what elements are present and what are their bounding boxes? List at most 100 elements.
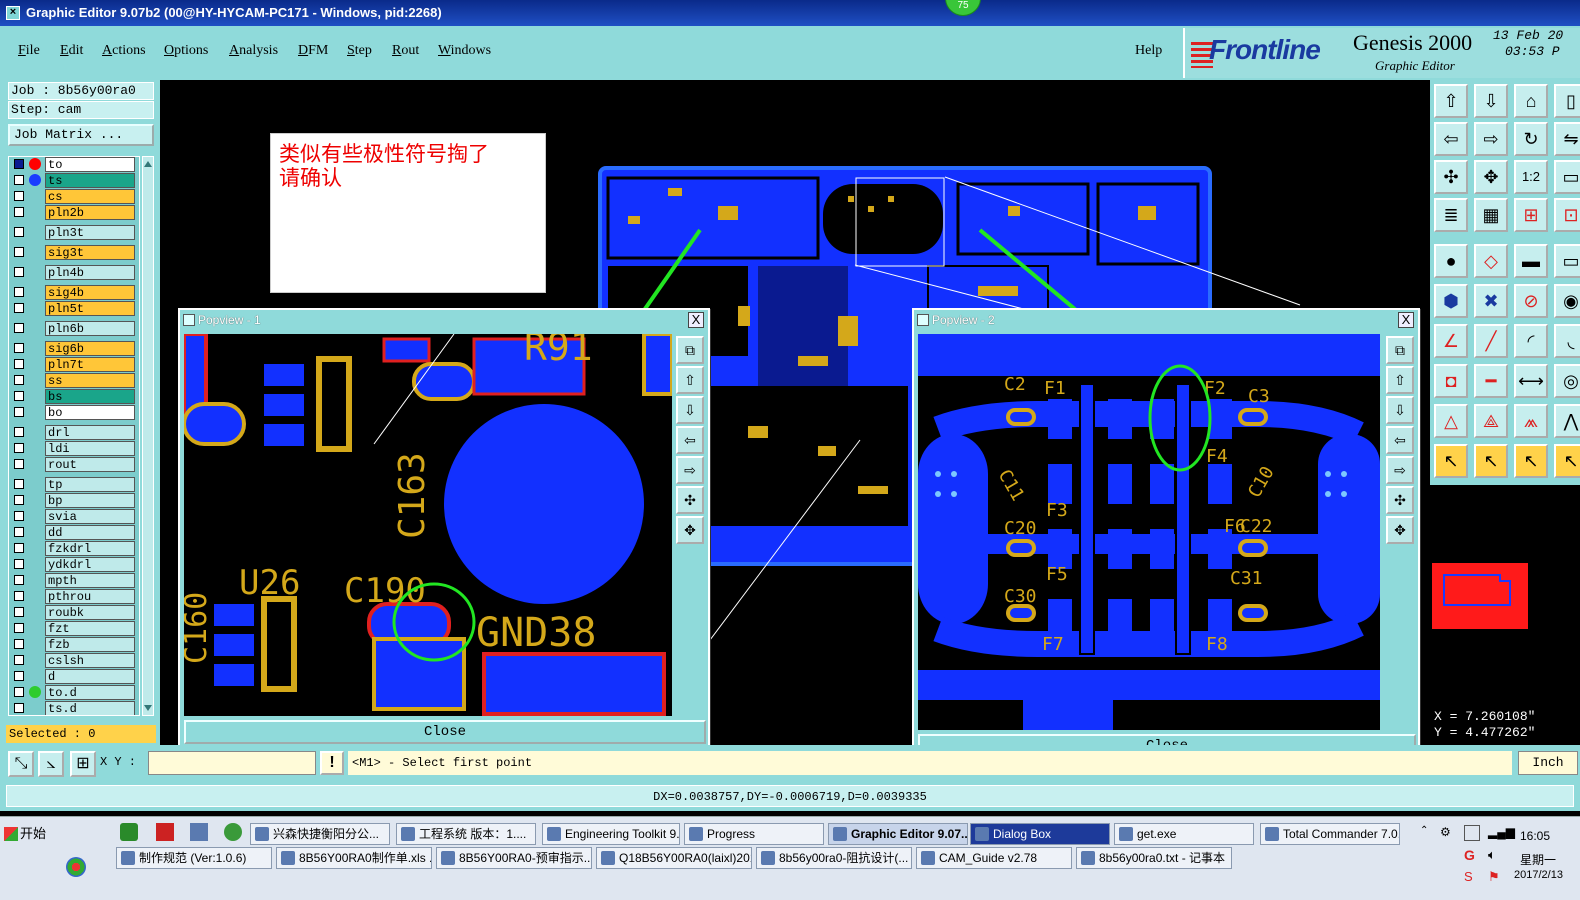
tray-up-icon[interactable]: ⌃ (1420, 825, 1430, 836)
layer-name[interactable]: fzb (45, 637, 135, 652)
tray-settings-icon[interactable]: ⚙ (1440, 825, 1451, 839)
tool-shape-icon[interactable]: ◇ (1474, 244, 1508, 278)
layer-list[interactable]: to ts cs pln2b pln3t sig3t pln4b sig4b pln5t pln6… (8, 156, 140, 716)
tool-pan-left-icon[interactable]: ⇦ (1434, 122, 1468, 156)
layer-checkbox[interactable] (14, 207, 24, 217)
tool-flip-icon[interactable]: ⇋ (1554, 122, 1580, 156)
tool-frame-icon[interactable]: ▭ (1554, 160, 1580, 194)
tray-flag-icon[interactable]: ⚑ (1488, 869, 1500, 885)
layer-name[interactable]: drl (45, 425, 135, 440)
menu-options[interactable]: Options (164, 43, 208, 59)
popview-1-tool-copy-icon[interactable]: ⧉ (676, 336, 704, 364)
layer-row-roubk[interactable]: roubk (9, 605, 139, 620)
layer-row-bs[interactable]: bs (9, 389, 139, 404)
quicklaunch-pdf-icon[interactable] (156, 823, 174, 841)
layer-name[interactable]: pln2b (45, 205, 135, 220)
menu-actions[interactable]: Actions (102, 43, 146, 59)
cmd-alert-icon[interactable]: ! (320, 751, 344, 775)
layer-row-tp[interactable]: tp (9, 477, 139, 492)
layer-checkbox[interactable] (14, 191, 24, 201)
start-button[interactable]: 开始 (2, 823, 54, 845)
layer-name[interactable]: rout (45, 457, 135, 472)
layer-row-ldi[interactable]: ldi (9, 441, 139, 456)
overview-minimap[interactable] (1430, 485, 1580, 707)
job-matrix-button[interactable]: Job Matrix ... (8, 124, 154, 146)
layer-checkbox[interactable] (14, 343, 24, 353)
tool-pad-icon[interactable]: ● (1434, 244, 1468, 278)
layer-name[interactable]: sig3t (45, 245, 135, 260)
layer-checkbox[interactable] (14, 427, 24, 437)
popview-1-tool-right-icon[interactable]: ⇨ (676, 456, 704, 484)
tool-target-icon[interactable]: ◎ (1554, 364, 1580, 398)
menu-windows[interactable]: Windows (438, 43, 491, 59)
tray-device-icon[interactable] (1464, 825, 1480, 841)
popview-1-window[interactable]: Popview - 1 X R91 C163 U26 C190 GND38 C1… (178, 308, 710, 748)
popview-1-tool-down-icon[interactable]: ⇩ (676, 396, 704, 424)
layer-checkbox[interactable] (14, 443, 24, 453)
clock-time[interactable]: 16:05 (1520, 829, 1550, 843)
layer-name[interactable]: bs (45, 389, 135, 404)
task-total-commander[interactable]: Total Commander 7.0... (1260, 823, 1400, 845)
layer-checkbox[interactable] (14, 359, 24, 369)
layer-checkbox[interactable] (14, 495, 24, 505)
cmd-measure-icon[interactable]: ⦣ (38, 751, 64, 777)
tool-zoom-center-icon[interactable]: ✥ (1474, 160, 1508, 194)
layer-checkbox[interactable] (14, 527, 24, 537)
tool-peak-icon[interactable]: ⋀ (1554, 404, 1580, 438)
tool-pan-right-icon[interactable]: ⇨ (1474, 122, 1508, 156)
popview-2-close-icon[interactable]: X (1398, 312, 1414, 328)
popview-2-tool-copy-icon[interactable]: ⧉ (1386, 336, 1414, 364)
popview-2-view[interactable]: C2 F1 F2 C3 F4 C11 C10 F3 C20 F6 C22 F5 … (918, 334, 1380, 730)
layer-row-fzt[interactable]: fzt (9, 621, 139, 636)
menu-help[interactable]: Help (1135, 43, 1162, 59)
layer-scrollbar[interactable] (142, 156, 154, 716)
layer-checkbox[interactable] (14, 375, 24, 385)
layer-checkbox[interactable] (14, 159, 24, 169)
layer-row-mpth[interactable]: mpth (9, 573, 139, 588)
popview-1-close-button[interactable]: Close (184, 720, 706, 744)
tool-connect-icon[interactable]: ⬢ (1434, 284, 1468, 318)
tool-triangle-icon[interactable]: △ (1434, 404, 1468, 438)
layer-checkbox[interactable] (14, 639, 24, 649)
layer-name[interactable]: fzkdrl (45, 541, 135, 556)
tool-move-icon[interactable]: ◉ (1554, 284, 1580, 318)
app-icon[interactable]: × (6, 6, 20, 20)
layer-name[interactable]: pln6b (45, 321, 135, 336)
layer-name[interactable]: dd (45, 525, 135, 540)
tray-volume-icon[interactable]: 🔈︎ (1488, 847, 1496, 863)
layer-checkbox[interactable] (14, 703, 24, 713)
menu-edit[interactable]: Edit (60, 43, 83, 59)
layer-row-bp[interactable]: bp (9, 493, 139, 508)
layer-checkbox[interactable] (14, 671, 24, 681)
task-review[interactable]: 8B56Y00RA0-预审指示.... (436, 847, 592, 869)
layer-checkbox[interactable] (14, 479, 24, 489)
layer-row-sig3t[interactable]: sig3t (9, 245, 139, 260)
popview-2-tool-left-icon[interactable]: ⇦ (1386, 426, 1414, 454)
layer-checkbox[interactable] (14, 559, 24, 569)
layer-name[interactable]: mpth (45, 573, 135, 588)
tool-node-icon[interactable]: ⊘ (1514, 284, 1548, 318)
layer-checkbox[interactable] (14, 267, 24, 277)
layer-row-pln3t[interactable]: pln3t (9, 225, 139, 240)
layer-row-sig4b[interactable]: sig4b (9, 285, 139, 300)
task-spec[interactable]: 制作规范 (Ver:1.0.6) (116, 847, 272, 869)
tool-minus-icon[interactable]: ━ (1474, 364, 1508, 398)
tool-snap-icon[interactable]: ⊡ (1554, 198, 1580, 232)
tool-load-icon[interactable]: ⇩ (1474, 84, 1508, 118)
popview-2-tool-right-icon[interactable]: ⇨ (1386, 456, 1414, 484)
quicklaunch-desktop-icon[interactable] (120, 823, 138, 841)
tool-ruler-icon[interactable]: ▬ (1514, 244, 1548, 278)
layer-name[interactable]: ts (45, 173, 135, 188)
layer-name[interactable]: pln5t (45, 301, 135, 316)
tool-select-icon[interactable]: ↖ (1434, 444, 1468, 478)
layer-row-cslsh[interactable]: cslsh (9, 653, 139, 668)
menu-file[interactable]: File (18, 43, 40, 59)
tool-save-icon[interactable]: ⇧ (1434, 84, 1468, 118)
units-button[interactable]: Inch (1518, 751, 1578, 775)
layer-checkbox[interactable] (14, 391, 24, 401)
task-graphic-editor[interactable]: Graphic Editor 9.07... (828, 823, 968, 845)
task-q18[interactable]: Q18B56Y00RA0(laixl)201... (596, 847, 752, 869)
layer-name[interactable]: cslsh (45, 653, 135, 668)
task-get-exe[interactable]: get.exe (1114, 823, 1254, 845)
tool-arc-icon[interactable]: ◜ (1514, 324, 1548, 358)
